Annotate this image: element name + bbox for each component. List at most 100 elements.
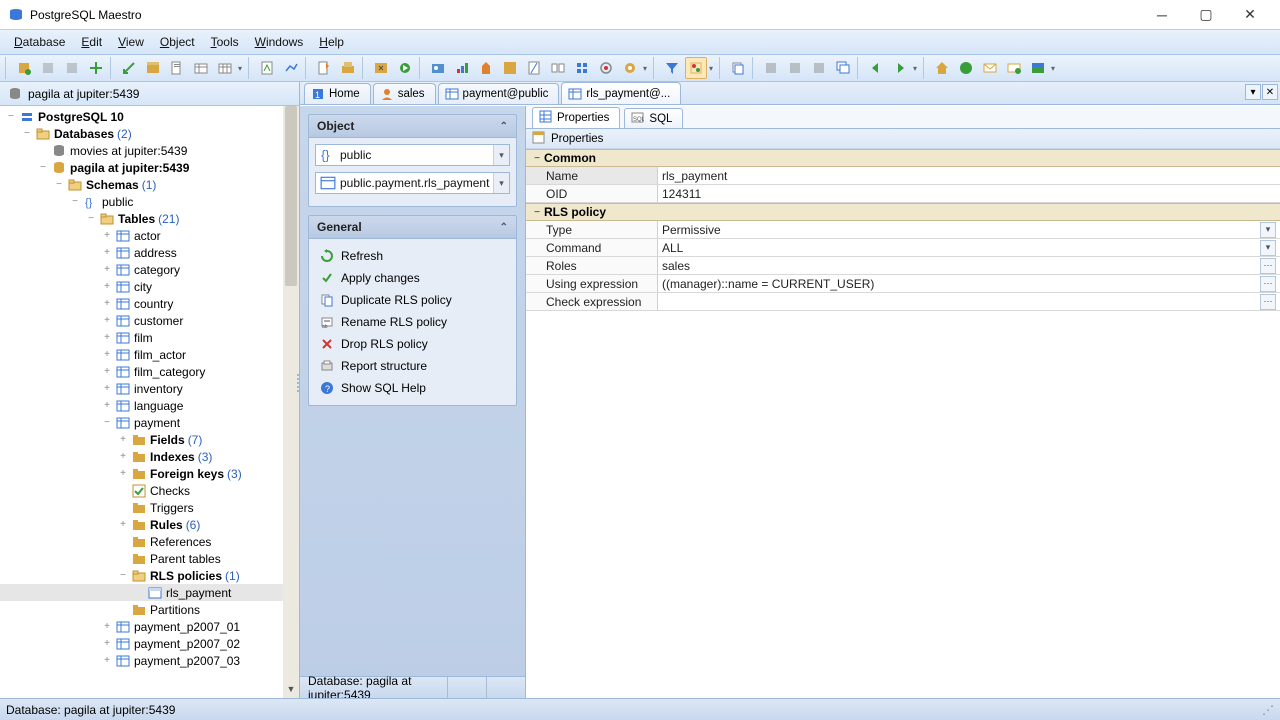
toolbar-back[interactable] (865, 57, 887, 79)
tree-node-checks[interactable]: · Checks (0, 482, 299, 499)
toolbar-btn-16[interactable] (427, 57, 449, 79)
tree-expander[interactable]: · (116, 604, 130, 615)
tree-expander[interactable]: − (20, 128, 34, 139)
toolbar-btn-4[interactable] (85, 57, 107, 79)
toolbar-btn-21[interactable] (547, 57, 569, 79)
tree-node-address[interactable]: + address (0, 244, 299, 261)
tree-node-city[interactable]: + city (0, 278, 299, 295)
tree-expander[interactable]: − (68, 196, 82, 207)
toolbar-btn-23[interactable] (595, 57, 617, 79)
dropdown-button[interactable]: ▾ (1260, 222, 1276, 238)
toolbar-btn-27[interactable] (808, 57, 830, 79)
toolbar-copy[interactable] (727, 57, 749, 79)
minimize-button[interactable]: ─ (1140, 0, 1184, 30)
action-drop-rls-policy[interactable]: Drop RLS policy (315, 333, 510, 355)
toolbar-btn-15[interactable] (394, 57, 416, 79)
tree-expander[interactable]: + (100, 383, 114, 394)
ellipsis-button[interactable]: ⋯ (1260, 258, 1276, 274)
toolbar-btn-17[interactable] (451, 57, 473, 79)
collapse-icon[interactable]: ⌃ (500, 222, 508, 233)
toolbar-mail1[interactable] (979, 57, 1001, 79)
tree-node-payment-p2007-02[interactable]: + payment_p2007_02 (0, 635, 299, 652)
tree-expander[interactable]: + (100, 366, 114, 377)
subtab-sql[interactable]: SQL SQL (624, 108, 683, 128)
tab-home[interactable]: 1 Home (304, 83, 371, 104)
toolbar-btn-11[interactable] (280, 57, 302, 79)
tree-expander[interactable]: − (100, 417, 114, 428)
tree-expander[interactable]: − (36, 162, 50, 173)
action-refresh[interactable]: Refresh (315, 245, 510, 267)
toolbar-web[interactable] (955, 57, 977, 79)
toolbar-more-1[interactable]: ▾ (238, 64, 245, 73)
pg-row-type[interactable]: Type Permissive▾ (526, 221, 1280, 239)
ellipsis-button[interactable]: ⋯ (1260, 294, 1276, 310)
toolbar-highlight[interactable] (685, 57, 707, 79)
pg-cat-rls[interactable]: −RLS policy (526, 203, 1280, 221)
tree-node-indexes[interactable]: + Indexes (3) (0, 448, 299, 465)
pg-row-check[interactable]: Check expression ⋯ (526, 293, 1280, 311)
tree-node-payment[interactable]: − payment (0, 414, 299, 431)
chevron-down-icon[interactable]: ▾ (493, 145, 509, 165)
toolbar-btn-9[interactable] (214, 57, 236, 79)
tree-node-foreign-keys[interactable]: + Foreign keys (3) (0, 465, 299, 482)
tree-expander[interactable]: + (100, 638, 114, 649)
toolbar-btn-18[interactable] (475, 57, 497, 79)
tree-expander[interactable]: · (132, 587, 146, 598)
tab-sales[interactable]: sales (373, 83, 436, 104)
tree-expander[interactable]: − (4, 111, 18, 122)
tree-node-partitions[interactable]: · Partitions (0, 601, 299, 618)
general-section-header[interactable]: General ⌃ (308, 215, 517, 239)
tree-node-rules[interactable]: + Rules (6) (0, 516, 299, 533)
panel-splitter[interactable] (295, 372, 300, 432)
toolbar-cascade[interactable] (832, 57, 854, 79)
toolbar-more-5[interactable]: ▾ (1051, 64, 1058, 73)
close-button[interactable]: ✕ (1228, 0, 1272, 30)
tree-expander[interactable]: · (116, 502, 130, 513)
toolbar-more-4[interactable]: ▾ (913, 64, 920, 73)
tree-node-customer[interactable]: + customer (0, 312, 299, 329)
pg-row-roles[interactable]: Roles sales⋯ (526, 257, 1280, 275)
toolbar-btn-24[interactable] (619, 57, 641, 79)
tree-expander[interactable]: − (52, 179, 66, 190)
action-show-sql-help[interactable]: ?Show SQL Help (315, 377, 510, 399)
tab-rlspayment[interactable]: rls_payment@... (561, 82, 681, 104)
tree-expander[interactable]: · (116, 553, 130, 564)
tree-node-triggers[interactable]: · Triggers (0, 499, 299, 516)
dropdown-button[interactable]: ▾ (1260, 240, 1276, 256)
menu-database[interactable]: Database (6, 32, 73, 52)
tree-expander[interactable]: + (116, 519, 130, 530)
tree-node-tables[interactable]: − Tables (21) (0, 210, 299, 227)
toolbar-btn-10[interactable] (256, 57, 278, 79)
tree-expander[interactable]: + (116, 434, 130, 445)
pg-name-value[interactable]: rls_payment (662, 169, 727, 183)
tree-expander[interactable]: + (100, 655, 114, 666)
maximize-button[interactable]: ▢ (1184, 0, 1228, 30)
toolbar-mail2[interactable] (1003, 57, 1025, 79)
pg-roles-value[interactable]: sales (662, 259, 690, 273)
schema-combo[interactable]: {} public ▾ (315, 144, 510, 166)
tree-expander[interactable]: + (116, 451, 130, 462)
toolbar-btn-3[interactable] (61, 57, 83, 79)
tree-node-inventory[interactable]: + inventory (0, 380, 299, 397)
toolbar-btn-13[interactable] (337, 57, 359, 79)
action-rename-rls-policy[interactable]: abRename RLS policy (315, 311, 510, 333)
tree-expander[interactable]: · (116, 485, 130, 496)
menu-help[interactable]: Help (311, 32, 352, 52)
subtab-properties[interactable]: Properties (532, 107, 620, 128)
tree-expander[interactable]: + (116, 468, 130, 479)
pg-row-oid[interactable]: OID 124311 (526, 185, 1280, 203)
tree-node-payment-p2007-01[interactable]: + payment_p2007_01 (0, 618, 299, 635)
toolbar-btn-6[interactable] (142, 57, 164, 79)
tree-expander[interactable]: + (100, 621, 114, 632)
tree-node-film[interactable]: + film (0, 329, 299, 346)
tree-node-databases[interactable]: − Databases (2) (0, 125, 299, 142)
tree-node-public[interactable]: − {} public (0, 193, 299, 210)
toolbar-btn-1[interactable] (13, 57, 35, 79)
toolbar-btn-25[interactable] (760, 57, 782, 79)
tree-node-rls-policies[interactable]: − RLS policies (1) (0, 567, 299, 584)
tree-node-schemas[interactable]: − Schemas (1) (0, 176, 299, 193)
action-report-structure[interactable]: Report structure (315, 355, 510, 377)
tree-node-postgresql-10[interactable]: − PostgreSQL 10 (0, 108, 299, 125)
tree-expander[interactable]: + (100, 247, 114, 258)
tree-node-language[interactable]: + language (0, 397, 299, 414)
